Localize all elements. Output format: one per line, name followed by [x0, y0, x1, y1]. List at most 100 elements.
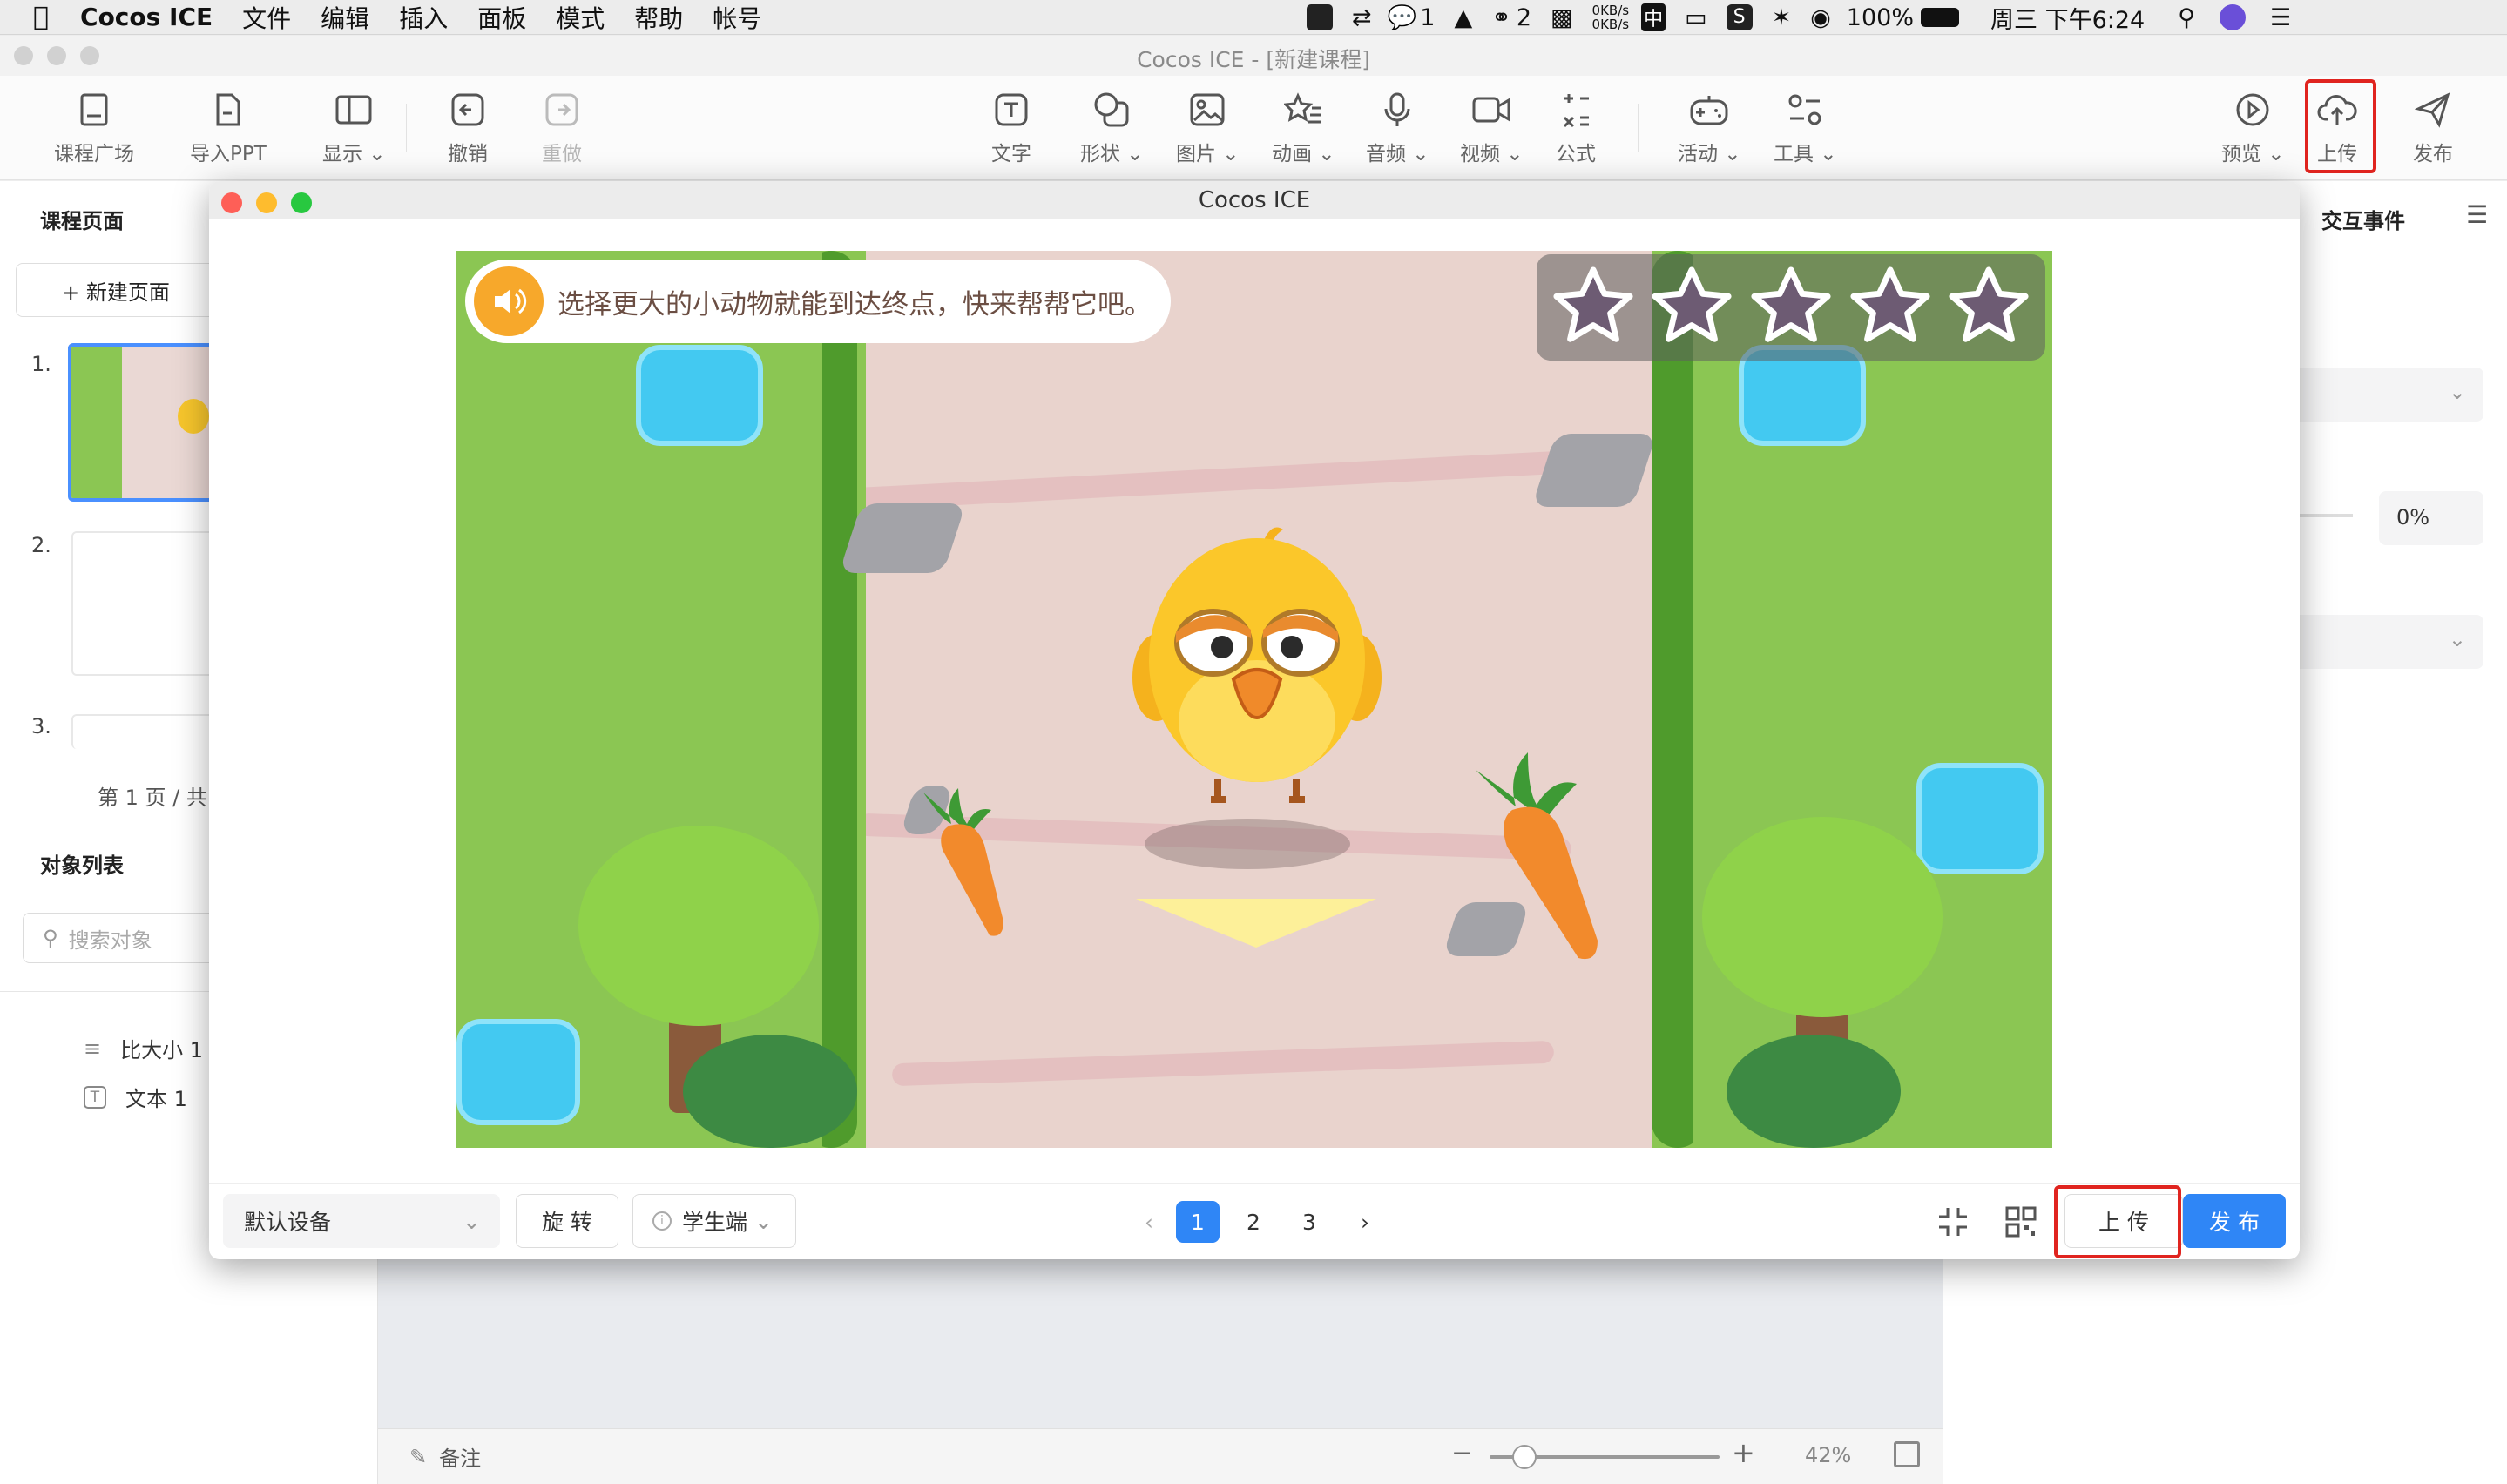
toolbar-display-dropdown[interactable]: 显示 ⌄: [322, 90, 386, 166]
page-button-2[interactable]: 2: [1232, 1201, 1275, 1243]
prev-page-button[interactable]: ‹: [1127, 1201, 1171, 1243]
cat-icon[interactable]: ▩: [1551, 4, 1573, 31]
star-rating: [1537, 254, 2045, 361]
battery-icon[interactable]: [1921, 8, 1959, 27]
menu-list-icon[interactable]: ☰: [2466, 200, 2488, 229]
chevron-down-icon: ⌄: [2448, 380, 2466, 404]
wifi-icon[interactable]: ◉: [1810, 4, 1831, 31]
question-text: 选择更大的小动物就能到达终点，快来帮帮它吧。: [557, 288, 1152, 320]
page-button-1[interactable]: 1: [1176, 1201, 1220, 1243]
page-number: 3.: [31, 714, 51, 739]
rotate-button[interactable]: 旋 转: [516, 1194, 618, 1248]
property-dropdown[interactable]: ⌄: [2292, 368, 2483, 422]
toolbar-image-dropdown[interactable]: 图片 ⌄: [1176, 90, 1240, 166]
spotlight-search-icon[interactable]: ⚲: [2178, 4, 2195, 31]
page-button-3[interactable]: 3: [1287, 1201, 1331, 1243]
game-stage[interactable]: 选择更大的小动物就能到达终点，快来帮帮它吧。: [456, 251, 2052, 1148]
play-icon: [2233, 90, 2273, 130]
upload-highlight-box: [2305, 79, 2376, 173]
next-page-button[interactable]: ›: [1343, 1201, 1387, 1243]
toolbar-video-dropdown[interactable]: 视频 ⌄: [1460, 90, 1524, 166]
object-label: 文本 1: [125, 1087, 187, 1111]
bluetooth-icon[interactable]: ✶: [1772, 4, 1792, 31]
device-select[interactable]: 默认设备 ⌄: [223, 1194, 500, 1248]
formula-icon: [1556, 90, 1596, 130]
toolbar-shape-dropdown[interactable]: 形状 ⌄: [1080, 90, 1144, 166]
tab-object-list[interactable]: 对象列表: [40, 848, 124, 879]
toolbar-publish[interactable]: 发布: [2413, 90, 2453, 166]
menu-help[interactable]: 帮助: [634, 0, 683, 35]
menu-insert[interactable]: 插入: [399, 0, 448, 35]
fox-icon[interactable]: ▲: [1454, 4, 1472, 31]
chat-bubble-icon[interactable]: 💬: [1388, 3, 1417, 31]
menu-app-name[interactable]: Cocos ICE: [80, 3, 213, 31]
percent-input[interactable]: 0%: [2379, 491, 2483, 545]
toolbar-audio-dropdown[interactable]: 音频 ⌄: [1366, 90, 1429, 166]
toolbar-preview-dropdown[interactable]: 预览 ⌄: [2221, 90, 2285, 166]
carrot-small[interactable]: [906, 784, 1019, 941]
sliders-icon: ≡: [84, 1035, 102, 1061]
menu-panel[interactable]: 面板: [477, 0, 526, 35]
menu-account[interactable]: 帐号: [713, 0, 761, 35]
object-item[interactable]: ≡ 比大小 1: [84, 1033, 203, 1063]
chick-character[interactable]: [1131, 512, 1383, 817]
input-method-icon[interactable]: 中: [1641, 3, 1666, 31]
menu-file[interactable]: 文件: [242, 0, 291, 35]
zoom-slider-handle[interactable]: [1512, 1445, 1537, 1469]
modal-publish-button[interactable]: 发 布: [2183, 1194, 2286, 1248]
toolbar-animation-dropdown[interactable]: 动画 ⌄: [1272, 90, 1335, 166]
rock: [1531, 434, 1657, 507]
modal-title: Cocos ICE: [1198, 187, 1311, 213]
role-select[interactable]: i 学生端 ⌄: [632, 1194, 796, 1248]
toolbar-formula[interactable]: 公式: [1556, 90, 1596, 166]
toolbar-course-plaza[interactable]: 课程广场: [54, 90, 134, 166]
notes-button[interactable]: ✎ 备注: [409, 1441, 481, 1472]
collapse-icon[interactable]: [1936, 1204, 1970, 1239]
property-dropdown[interactable]: ⌄: [2292, 615, 2483, 669]
apple-icon[interactable]: : [33, 2, 49, 32]
question-banner: 选择更大的小动物就能到达终点，快来帮帮它吧。: [465, 260, 1171, 343]
microphone-icon: [1377, 90, 1417, 130]
clipboard-icon[interactable]: ⇄: [1352, 4, 1372, 31]
toolbar-tools-dropdown[interactable]: 工具 ⌄: [1774, 90, 1837, 166]
carrot-large[interactable]: [1458, 752, 1624, 961]
object-item[interactable]: T 文本 1: [84, 1082, 187, 1112]
siri-icon[interactable]: [2220, 4, 2246, 30]
new-page-button[interactable]: + 新建页面: [16, 263, 216, 317]
speaker-icon[interactable]: [474, 266, 544, 336]
toolbar-import-ppt[interactable]: 导入PPT: [190, 90, 267, 166]
wps-icon[interactable]: [1307, 4, 1333, 30]
zoom-out-button[interactable]: −: [1451, 1438, 1473, 1468]
main-window-titlebar: Cocos ICE - [新建课程]: [0, 36, 2507, 76]
toolbar-label: 视频 ⌄: [1460, 143, 1524, 165]
text-icon: T: [84, 1085, 106, 1109]
shape-icon: [1091, 90, 1132, 130]
toolbar-separator: [406, 104, 407, 152]
thumb-grass: [71, 347, 122, 498]
toolbar-label: 预览 ⌄: [2221, 143, 2285, 165]
toolbar-label: 导入PPT: [190, 143, 267, 165]
toolbar-text[interactable]: 文字: [991, 90, 1031, 166]
airplay-icon[interactable]: ▭: [1685, 4, 1707, 31]
zoom-in-button[interactable]: +: [1732, 1436, 1755, 1469]
wechat-icon[interactable]: ⚭: [1491, 4, 1511, 31]
property-slider-track[interactable]: [2292, 514, 2353, 517]
s-app-icon[interactable]: S: [1726, 4, 1753, 30]
path-stripe: [830, 448, 1616, 512]
menubar-clock[interactable]: 周三 下午6:24: [1990, 1, 2145, 35]
menu-edit[interactable]: 编辑: [321, 0, 369, 35]
network-speed: 0KB/s 0KB/s: [1592, 3, 1630, 31]
qr-code-icon[interactable]: [2004, 1204, 2038, 1239]
toolbar-undo[interactable]: 撤销: [448, 90, 488, 166]
toolbar-label: 形状 ⌄: [1080, 143, 1144, 165]
toolbar-redo[interactable]: 重做: [542, 90, 582, 166]
toolbar-label: 文字: [991, 143, 1031, 165]
fit-screen-icon[interactable]: [1894, 1441, 1920, 1467]
tab-course-pages[interactable]: 课程页面: [40, 204, 124, 234]
toolbar-activity-dropdown[interactable]: 活动 ⌄: [1678, 90, 1741, 166]
star-icon: [1949, 266, 2029, 342]
menu-mode[interactable]: 模式: [556, 0, 605, 35]
control-center-icon[interactable]: ☰: [2270, 4, 2291, 31]
tab-interaction-events[interactable]: 交互事件: [2321, 204, 2405, 234]
book-icon: [74, 90, 114, 130]
